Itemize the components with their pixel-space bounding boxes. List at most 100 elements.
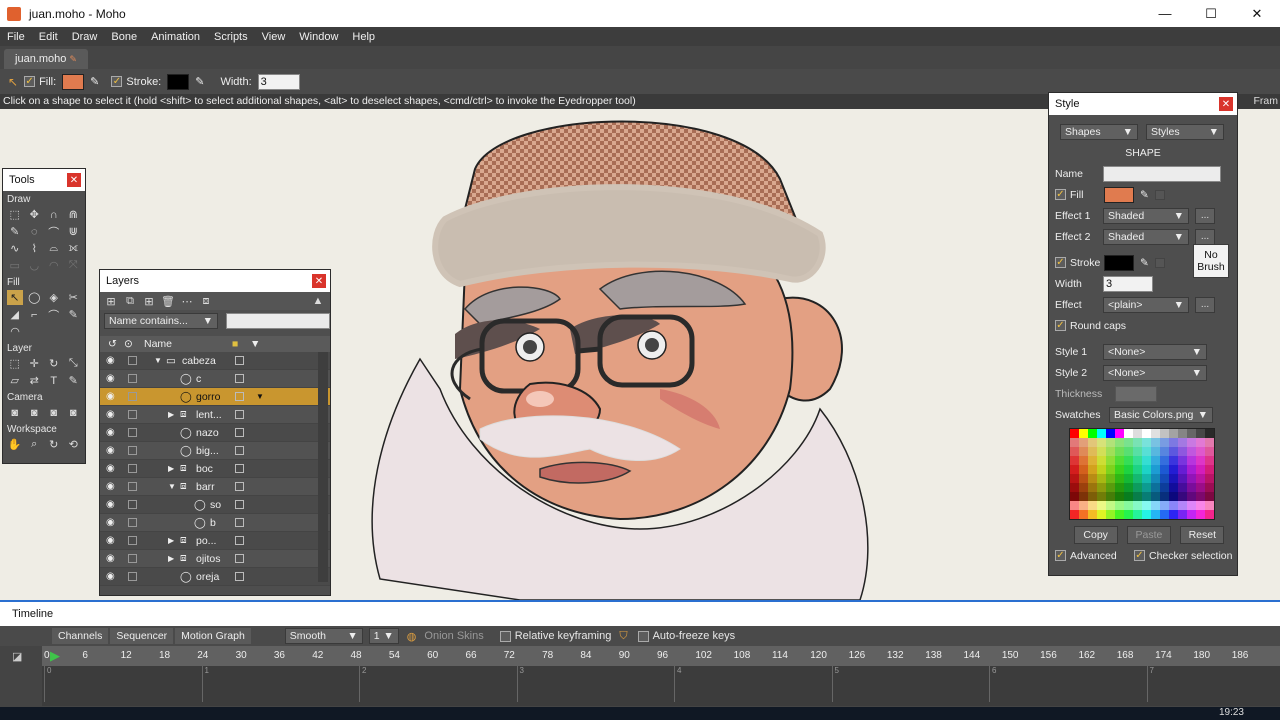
- style-width-input[interactable]: 3: [1103, 275, 1153, 292]
- hand-tool-icon[interactable]: ✋: [7, 437, 23, 452]
- color-swatch[interactable]: [1196, 456, 1205, 465]
- color-swatch[interactable]: [1178, 483, 1187, 492]
- color-swatch[interactable]: [1079, 510, 1088, 519]
- style-stroke-swatch[interactable]: [1104, 254, 1134, 271]
- layer-color-checkbox[interactable]: [235, 428, 244, 437]
- color-swatch[interactable]: [1070, 447, 1079, 456]
- color-swatch[interactable]: [1133, 492, 1142, 501]
- interval-dropdown[interactable]: 1 ▼: [368, 628, 399, 644]
- color-swatch[interactable]: [1079, 429, 1088, 438]
- color-swatch[interactable]: [1151, 438, 1160, 447]
- create-shape-tool-icon[interactable]: ◯: [27, 290, 43, 305]
- width-input[interactable]: 3: [257, 73, 300, 90]
- color-swatch[interactable]: [1151, 465, 1160, 474]
- expand-arrow-icon[interactable]: ▼: [168, 482, 180, 491]
- duplicate-layer-icon[interactable]: ⧉: [122, 294, 138, 308]
- color-swatch[interactable]: [1196, 465, 1205, 474]
- fill-color-swatch[interactable]: [62, 73, 85, 90]
- layer-eyedropper-tool-icon[interactable]: ✎: [66, 373, 82, 388]
- eye-icon[interactable]: ◉: [106, 571, 120, 582]
- eye-icon[interactable]: ◉: [106, 553, 120, 564]
- color-swatch[interactable]: [1079, 501, 1088, 510]
- color-swatch[interactable]: [1115, 501, 1124, 510]
- effect1-dropdown[interactable]: Shaded ▼: [1103, 207, 1189, 224]
- color-swatch[interactable]: [1088, 465, 1097, 474]
- eye-icon[interactable]: ◉: [106, 499, 120, 510]
- color-swatch[interactable]: [1079, 447, 1088, 456]
- close-layers-panel-button[interactable]: ✕: [312, 274, 326, 288]
- color-swatch[interactable]: [1169, 438, 1178, 447]
- color-swatch[interactable]: [1178, 501, 1187, 510]
- color-swatch[interactable]: [1169, 501, 1178, 510]
- rotate-layer-tool-icon[interactable]: ↻: [46, 356, 62, 371]
- layer-lock-checkbox[interactable]: [128, 536, 137, 545]
- color-swatch[interactable]: [1115, 474, 1124, 483]
- color-swatch[interactable]: [1106, 492, 1115, 501]
- color-swatch[interactable]: [1097, 510, 1106, 519]
- camera-roll-tool-icon[interactable]: ◙: [46, 405, 62, 420]
- layer-row[interactable]: ◉ ▶ ⧈ po...: [100, 532, 330, 550]
- color-swatch[interactable]: [1151, 429, 1160, 438]
- stroke-exposure-tool-icon[interactable]: ⌒: [46, 307, 62, 322]
- new-layer-icon[interactable]: ⊞: [103, 294, 119, 308]
- color-swatch[interactable]: [1133, 429, 1142, 438]
- eye-icon[interactable]: ◉: [106, 445, 120, 456]
- layer-color-checkbox[interactable]: [235, 572, 244, 581]
- color-swatch[interactable]: [1115, 465, 1124, 474]
- color-swatch[interactable]: [1178, 510, 1187, 519]
- eye-icon[interactable]: ◉: [106, 409, 120, 420]
- fill-eyedropper-icon[interactable]: ✎: [1140, 189, 1149, 201]
- expand-arrow-icon[interactable]: ▶: [168, 410, 180, 419]
- color-swatch[interactable]: [1097, 483, 1106, 492]
- color-swatch[interactable]: [1088, 456, 1097, 465]
- fill-eyedropper-icon[interactable]: ✎: [90, 75, 99, 88]
- color-swatch[interactable]: [1178, 492, 1187, 501]
- color-swatch[interactable]: [1097, 492, 1106, 501]
- layer-row[interactable]: ◉ ◯ nazo: [100, 424, 330, 442]
- color-swatch[interactable]: [1106, 465, 1115, 474]
- color-swatch[interactable]: [1124, 510, 1133, 519]
- layer-color-checkbox[interactable]: [235, 446, 244, 455]
- eye-icon[interactable]: ◉: [106, 535, 120, 546]
- style2-dropdown[interactable]: <None> ▼: [1103, 364, 1207, 381]
- color-swatch[interactable]: [1088, 438, 1097, 447]
- color-swatch[interactable]: [1115, 456, 1124, 465]
- transform-points-tool-icon[interactable]: ✥: [27, 207, 43, 222]
- tab-motion-graph[interactable]: Motion Graph: [175, 628, 251, 644]
- color-swatch[interactable]: [1151, 510, 1160, 519]
- add-point-tool-icon[interactable]: ∩: [46, 207, 62, 222]
- eye-icon[interactable]: ◉: [106, 373, 120, 384]
- timeline-tracks[interactable]: 0 1 2 3 4 5 6 7: [42, 666, 1280, 706]
- menu-file[interactable]: File: [0, 31, 32, 43]
- eraser-tool-icon[interactable]: ⌒: [46, 224, 62, 239]
- color-swatch[interactable]: [1169, 447, 1178, 456]
- layer-color-checkbox[interactable]: [235, 536, 244, 545]
- minimize-button[interactable]: —: [1142, 0, 1188, 27]
- color-swatch[interactable]: [1187, 465, 1196, 474]
- color-swatch[interactable]: [1079, 474, 1088, 483]
- hide-edge-tool-icon[interactable]: ⌐: [27, 307, 43, 322]
- color-swatch[interactable]: [1088, 492, 1097, 501]
- magnet-tool-icon[interactable]: ⌇: [27, 241, 43, 256]
- color-swatch[interactable]: [1070, 429, 1079, 438]
- color-swatch[interactable]: [1124, 456, 1133, 465]
- color-swatch[interactable]: [1196, 501, 1205, 510]
- orbit-workspace-tool-icon[interactable]: ⟲: [66, 437, 82, 452]
- layer-lock-checkbox[interactable]: [128, 572, 137, 581]
- styles-dropdown[interactable]: Styles ▼: [1146, 123, 1224, 140]
- fill-checkbox[interactable]: ✓: [24, 76, 36, 87]
- color-swatch[interactable]: [1151, 492, 1160, 501]
- color-swatch[interactable]: [1196, 474, 1205, 483]
- layer-lock-checkbox[interactable]: [128, 446, 137, 455]
- eye-icon[interactable]: ◉: [106, 481, 120, 492]
- color-swatch[interactable]: [1088, 447, 1097, 456]
- color-swatch[interactable]: [1088, 501, 1097, 510]
- layer-row[interactable]: ◉ ◯ so: [100, 496, 330, 514]
- color-swatch[interactable]: [1196, 447, 1205, 456]
- stroke-effect-dropdown[interactable]: <plain> ▼: [1103, 296, 1189, 313]
- layers-collapse-icon[interactable]: ▲: [310, 294, 326, 308]
- layer-lock-checkbox[interactable]: [128, 518, 137, 527]
- color-swatch[interactable]: [1133, 447, 1142, 456]
- color-swatch[interactable]: [1205, 465, 1214, 474]
- select-shape-tool-icon[interactable]: ↖: [7, 290, 23, 305]
